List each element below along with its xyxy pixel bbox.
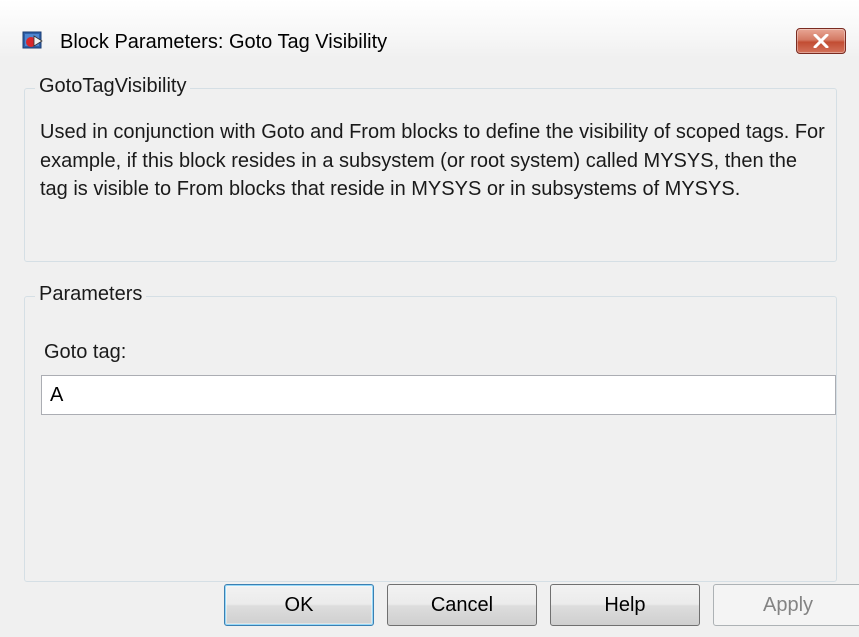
goto-tag-input[interactable] (41, 375, 836, 415)
cancel-button[interactable]: Cancel (387, 584, 537, 626)
goto-tag-label: Goto tag: (44, 341, 127, 363)
block-type-legend: GotoTagVisibility (35, 74, 191, 98)
ok-button[interactable]: OK (224, 584, 374, 626)
window-title: Block Parameters: Goto Tag Visibility (60, 31, 388, 53)
close-button[interactable] (796, 28, 846, 54)
help-button[interactable]: Help (550, 584, 700, 626)
apply-button[interactable]: Apply (713, 584, 859, 626)
block-parameters-dialog: Block Parameters: Goto Tag Visibility Go… (0, 0, 859, 637)
close-icon (813, 34, 829, 48)
parameters-group (24, 296, 837, 582)
title-bar[interactable]: Block Parameters: Goto Tag Visibility (0, 0, 859, 58)
simulink-block-icon (22, 30, 44, 52)
block-description-text: Used in conjunction with Goto and From b… (40, 121, 825, 200)
parameters-legend: Parameters (35, 282, 147, 306)
